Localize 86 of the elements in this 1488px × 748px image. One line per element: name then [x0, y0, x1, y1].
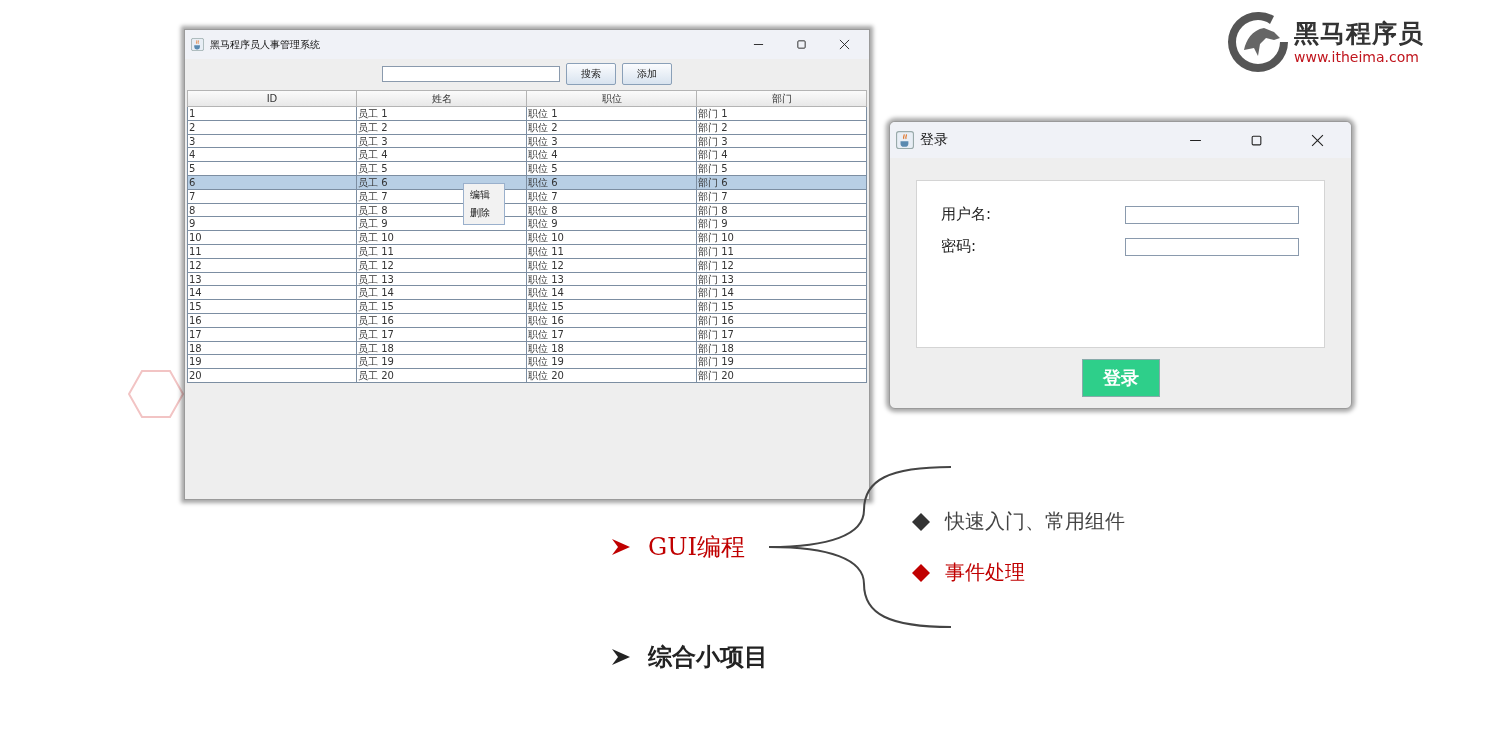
- logo-url: www.itheima.com: [1294, 49, 1420, 65]
- table-row[interactable]: 15 员工 15 职位 15 部门 15: [187, 300, 867, 314]
- table-cell: 12: [187, 258, 357, 273]
- table-cell: 部门 10: [697, 231, 867, 245]
- table-cell: 部门 15: [697, 300, 867, 314]
- java-cup-icon: [896, 131, 914, 149]
- table-cell: 6: [187, 176, 357, 190]
- table-cell: 11: [187, 244, 357, 259]
- table-cell: 职位 17: [527, 327, 697, 342]
- table-cell: 部门 12: [697, 258, 867, 273]
- table-cell: 员工 20: [357, 369, 527, 383]
- arrowhead-icon: [612, 539, 630, 555]
- column-header[interactable]: 职位: [527, 90, 697, 107]
- table-row[interactable]: 20 员工 20 职位 20 部门 20: [187, 369, 867, 383]
- table-row[interactable]: 5 员工 5 职位 5 部门 5: [187, 162, 867, 176]
- table-row[interactable]: 14 员工 14 职位 14 部门 14: [187, 286, 867, 301]
- logo-name: 黑马程序员: [1294, 19, 1424, 49]
- column-header[interactable]: 姓名: [357, 90, 527, 107]
- table-cell: 部门 1: [697, 107, 867, 121]
- table-cell: 部门 5: [697, 162, 867, 176]
- table-row[interactable]: 19 员工 19 职位 19 部门 19: [187, 355, 867, 370]
- outline-item: GUI编程: [648, 532, 745, 563]
- table-cell: 员工 16: [357, 313, 527, 328]
- table-cell: 部门 7: [697, 189, 867, 204]
- table-cell: 部门 11: [697, 244, 867, 259]
- java-cup-icon: [191, 38, 204, 51]
- window-title: 登录: [920, 131, 949, 149]
- table-row[interactable]: 4 员工 4 职位 4 部门 4: [187, 148, 867, 163]
- table-cell: 职位 16: [527, 313, 697, 328]
- outline-subitem: 事件处理: [944, 559, 1025, 586]
- table-cell: 职位 6: [527, 176, 697, 190]
- close-icon[interactable]: [1311, 133, 1324, 147]
- table-cell: 部门 20: [697, 369, 867, 383]
- table-cell: 员工 2: [357, 120, 527, 135]
- table-cell: 7: [187, 189, 357, 204]
- table-row[interactable]: 10 员工 10 职位 10 部门 10: [187, 231, 867, 245]
- table-cell: 16: [187, 313, 357, 328]
- table-cell: 员工 1: [357, 107, 527, 121]
- table-cell: 职位 11: [527, 244, 697, 259]
- table-cell: 职位 1: [527, 107, 697, 121]
- column-header[interactable]: ID: [187, 90, 357, 107]
- table-cell: 员工 10: [357, 231, 527, 245]
- input-field[interactable]: [1125, 237, 1299, 256]
- table-cell: 部门 2: [697, 120, 867, 135]
- horse-logo-icon: [1226, 10, 1290, 74]
- maximize-icon[interactable]: [796, 39, 807, 50]
- table-cell: 职位 2: [527, 120, 697, 135]
- diamond-icon: [910, 511, 931, 532]
- hexagon-drawing: [128, 370, 184, 418]
- table-cell: 职位 7: [527, 189, 697, 204]
- field-label: 密码:: [941, 237, 977, 256]
- table-cell: 部门 6: [697, 176, 867, 190]
- window-title: 黑马程序员人事管理系统: [210, 37, 321, 52]
- table-cell: 1: [187, 107, 357, 121]
- table-cell: 部门 16: [697, 313, 867, 328]
- arrowhead-icon: [612, 649, 630, 665]
- table-cell: 职位 12: [527, 258, 697, 273]
- table-cell: 员工 5: [357, 162, 527, 176]
- table-cell: 职位 15: [527, 300, 697, 314]
- field-label: 用户名:: [941, 205, 992, 224]
- table-cell: 17: [187, 327, 357, 342]
- table-cell: 部门 17: [697, 327, 867, 342]
- table-cell: 15: [187, 300, 357, 314]
- outline-item: 综合小项目: [648, 641, 768, 673]
- maximize-icon[interactable]: [1250, 133, 1263, 147]
- table-cell: 职位 10: [527, 231, 697, 245]
- column-header[interactable]: 部门: [697, 90, 867, 107]
- table-cell: 5: [187, 162, 357, 176]
- table-row[interactable]: 1 员工 1 职位 1 部门 1: [187, 107, 867, 121]
- diamond-icon: [910, 562, 931, 583]
- table-cell: 20: [187, 369, 357, 383]
- table-row[interactable]: 9 员工 9 职位 9 部门 9: [187, 217, 867, 232]
- table-cell: 员工 12: [357, 258, 527, 273]
- table-cell: 10: [187, 231, 357, 245]
- table-cell: 职位 5: [527, 162, 697, 176]
- table-cell: 员工 17: [357, 327, 527, 342]
- input-field[interactable]: [1125, 205, 1299, 224]
- search-button[interactable]: 搜索: [566, 63, 616, 85]
- search-field[interactable]: [382, 66, 560, 82]
- outline-subitem: 快速入门、常用组件: [944, 508, 1125, 535]
- table-cell: 员工 15: [357, 300, 527, 314]
- table-cell: 员工 11: [357, 244, 527, 259]
- close-icon[interactable]: [839, 39, 850, 50]
- table-cell: 职位 20: [527, 369, 697, 383]
- table-cell: 2: [187, 120, 357, 135]
- add-button[interactable]: 添加: [622, 63, 672, 85]
